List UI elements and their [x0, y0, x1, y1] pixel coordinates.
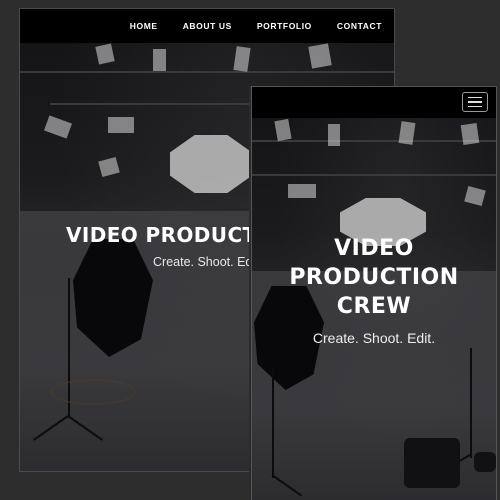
mockup-canvas: HOME ABOUT US PORTFOLIO CONTACT VIDEO PR… [0, 0, 500, 500]
light-stand [470, 348, 472, 458]
reflector-card [153, 49, 166, 71]
mobile-preview: VIDEO PRODUCTION CREW Create. Shoot. Edi… [251, 86, 497, 500]
floor-marker [50, 379, 136, 405]
reflector-card [43, 115, 73, 139]
lighting-rig [20, 71, 394, 73]
nav-link-home[interactable]: HOME [130, 21, 158, 31]
reflector-card [328, 124, 340, 146]
hero-subtitle: Create. Shoot. Edit. [312, 330, 436, 346]
octabox-light [170, 135, 252, 193]
nav-link-portfolio[interactable]: PORTFOLIO [257, 21, 312, 31]
hamburger-line [468, 96, 482, 99]
hero-title: VIDEO PRODUCTI [66, 223, 265, 247]
mobile-navbar [252, 87, 496, 118]
reflector-card [98, 156, 120, 178]
equipment-bags [404, 438, 460, 488]
reflector-card [460, 122, 480, 146]
reflector-card [95, 43, 115, 65]
reflector-card [108, 117, 134, 133]
hamburger-line [468, 105, 482, 108]
nav-link-about-us[interactable]: ABOUT US [183, 21, 232, 31]
reflector-card [233, 46, 251, 72]
desktop-navbar: HOME ABOUT US PORTFOLIO CONTACT [20, 9, 394, 43]
nav-link-contact[interactable]: CONTACT [337, 21, 382, 31]
hamburger-menu-icon[interactable] [462, 92, 488, 112]
hero-title-line: CREW [336, 294, 412, 319]
reflector-card [308, 43, 332, 69]
equipment-bags [474, 452, 496, 472]
reflector-card [288, 184, 316, 198]
lighting-rig [252, 140, 496, 142]
hamburger-line [468, 101, 482, 103]
hero-subtitle: Create. Shoot. Edi [153, 255, 256, 269]
hero-title: VIDEO PRODUCTION CREW [252, 234, 496, 321]
lighting-rig [252, 174, 496, 176]
hero-title-line: PRODUCTION [289, 265, 459, 290]
light-stand [272, 368, 274, 478]
hero-title-line: VIDEO [334, 236, 414, 261]
reflector-card [464, 185, 486, 207]
reflector-card [274, 118, 292, 142]
